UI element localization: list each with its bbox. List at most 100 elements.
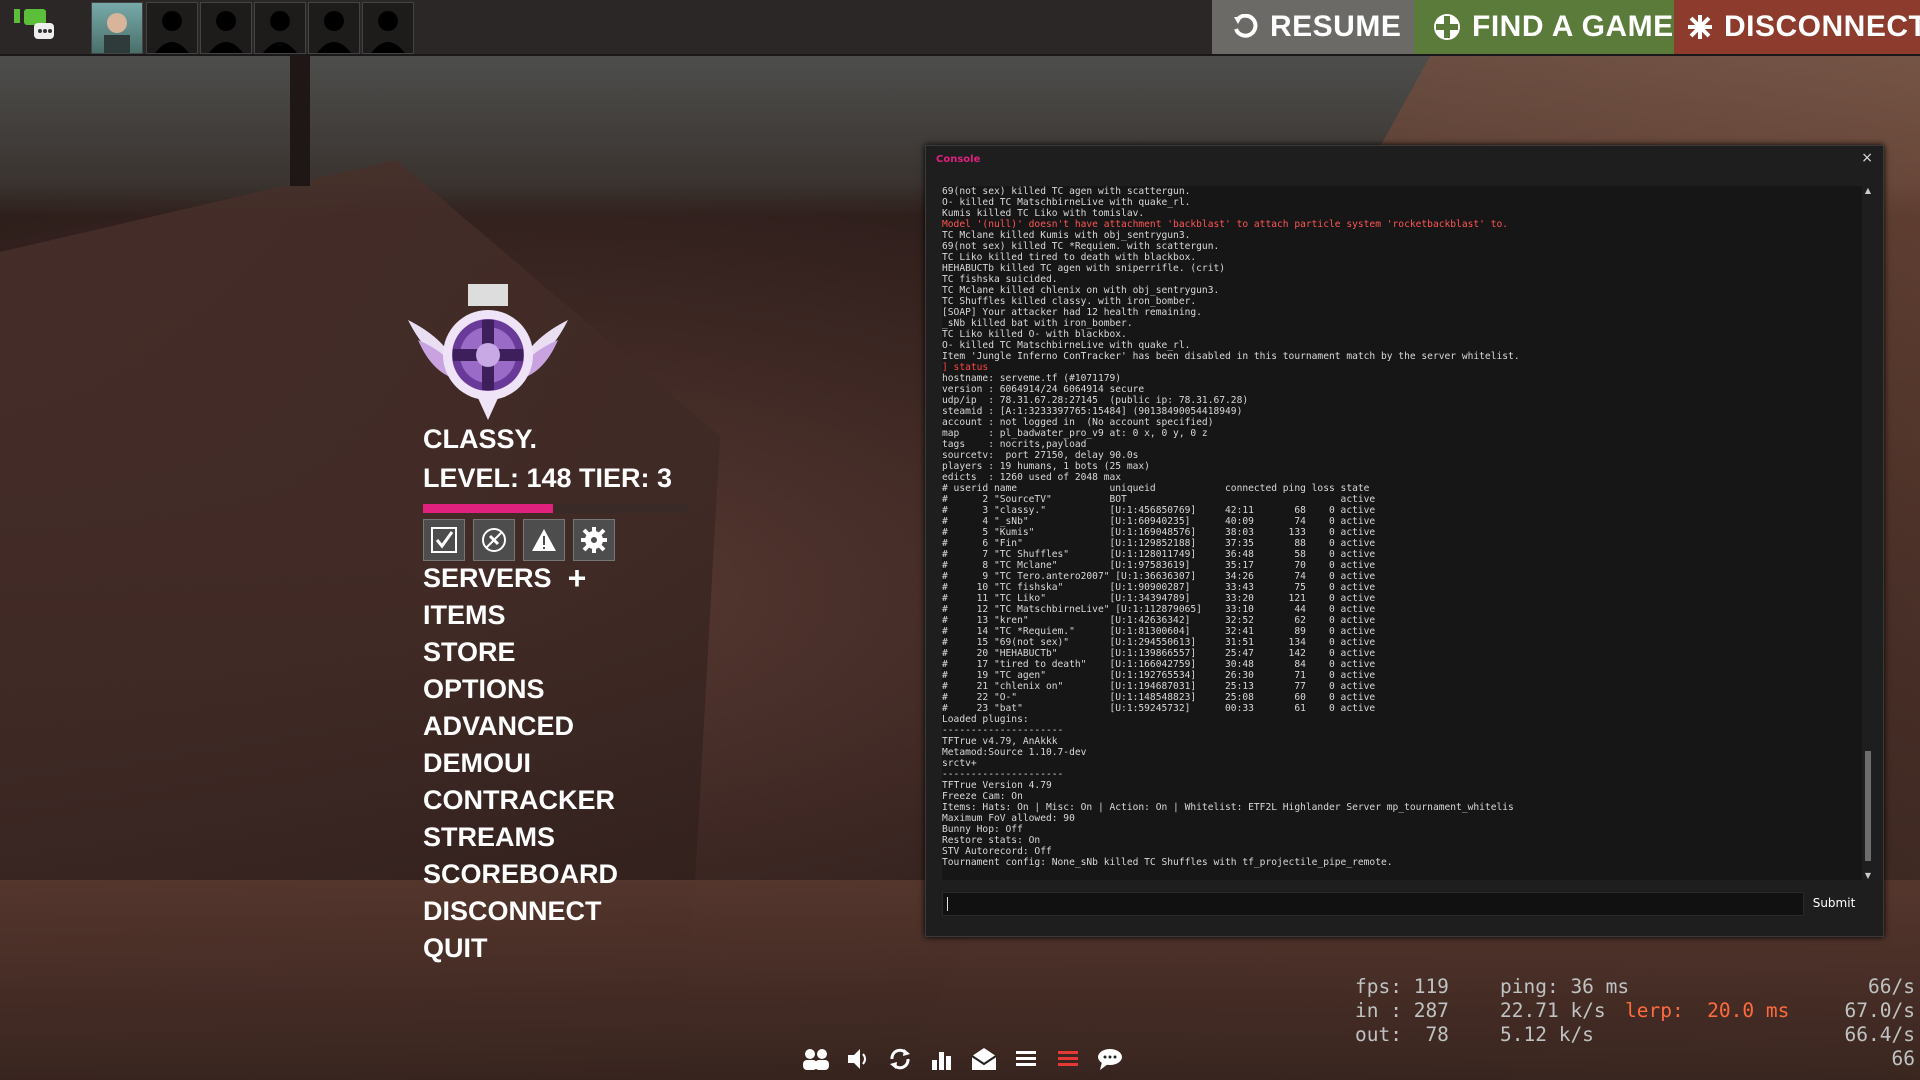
console-command-input[interactable] — [942, 892, 1804, 916]
close-icon[interactable]: × — [1861, 150, 1873, 166]
menu-item-advanced[interactable]: ADVANCED — [423, 708, 618, 745]
console-line: ] status — [942, 362, 989, 373]
menu-item-scoreboard[interactable]: SCOREBOARD — [423, 856, 618, 893]
menu-item-items[interactable]: ITEMS — [423, 597, 618, 634]
menu-item-options[interactable]: OPTIONS — [423, 671, 618, 708]
console-line: # 7 "TC Shuffles" [U:1:128011749] 36:48 … — [942, 549, 1376, 560]
console-line: # 6 "Fin" [U:1:129852188] 37:35 88 0 act… — [942, 538, 1376, 549]
disconnect-icon — [1686, 12, 1714, 42]
console-line: # 10 "TC fishska" [U:1:90900287] 33:43 7… — [942, 582, 1376, 593]
net-graph: fps: 119 ping: 36 ms in : 287 22.71 k/s … — [1355, 975, 1789, 1047]
scroll-up-icon[interactable]: ▲ — [1863, 186, 1873, 195]
netgraph-fps: fps: 119 — [1355, 975, 1449, 998]
party-slot-empty[interactable] — [146, 2, 198, 54]
no-training-icon[interactable] — [473, 519, 515, 561]
console-line: 69(not sex) killed TC agen with scatterg… — [942, 186, 1191, 197]
bottom-toolbar — [800, 1044, 1126, 1074]
menu-item-store[interactable]: STORE — [423, 634, 618, 671]
party-slot-empty[interactable] — [200, 2, 252, 54]
list-icon[interactable] — [1010, 1044, 1042, 1074]
console-line: # 22 "O-" [U:1:148548823] 25:08 60 0 act… — [942, 692, 1376, 703]
disconnect-top-button[interactable]: DISCONNECT — [1674, 0, 1920, 54]
xp-progress-fill — [423, 504, 553, 513]
chat-icon[interactable] — [8, 4, 64, 50]
chat-bubble-icon[interactable] — [1094, 1044, 1126, 1074]
background-pillar — [290, 56, 310, 186]
main-menu: SERVERS + ITEMS STORE OPTIONS ADVANCED D… — [423, 560, 618, 967]
console-line: srctv+ — [942, 758, 977, 769]
console-line: --------------------- — [942, 769, 1064, 780]
stats-icon[interactable] — [926, 1044, 958, 1074]
console-line: TFTrue Version 4.79 — [942, 780, 1052, 791]
console-line: # 3 "classy." [U:1:456850769] 42:11 68 0… — [942, 505, 1376, 516]
settings-gear-icon[interactable] — [573, 519, 615, 561]
console-line: sourcetv: port 27150, delay 90.0s — [942, 450, 1139, 461]
console-line: edicts : 1260 used of 2048 max — [942, 472, 1122, 483]
console-line: players : 19 humans, 1 bots (25 max) — [942, 461, 1150, 472]
console-line: O- killed TC MatschbirneLive with quake_… — [942, 340, 1191, 351]
party-slot-empty[interactable] — [362, 2, 414, 54]
find-a-game-label: FIND A GAME — [1472, 10, 1674, 43]
console-line: _sNb killed bat with iron_bomber. — [942, 318, 1133, 329]
scroll-thumb[interactable] — [1865, 751, 1871, 861]
find-game-icon — [1432, 12, 1462, 42]
menu-item-label: SERVERS — [423, 563, 552, 593]
console-line: TC Mclane killed chlenix on with obj_sen… — [942, 285, 1220, 296]
disconnect-top-label: DISCONNECT — [1724, 10, 1920, 43]
netgraph-rate: 66/s — [1868, 975, 1915, 998]
menu-item-contracker[interactable]: CONTRACKER — [423, 782, 618, 819]
console-line: STV Autorecord: Off — [942, 846, 1052, 857]
console-line: Items: Hats: On | Misc: On | Action: On … — [942, 802, 1514, 813]
console-line: # 8 "TC Mclane" [U:1:97583619] 35:17 70 … — [942, 560, 1376, 571]
menu-item-streams[interactable]: STREAMS — [423, 819, 618, 856]
console-line: TFTrue v4.79, AnAkkk — [942, 736, 1058, 747]
add-server-icon[interactable]: + — [568, 560, 587, 597]
console-line: Model '(null)' doesn't have attachment '… — [942, 219, 1509, 230]
speaker-icon[interactable] — [842, 1044, 874, 1074]
warning-icon[interactable] — [523, 519, 565, 561]
console-line: steamid : [A:1:3233397765:15484] (901384… — [942, 406, 1243, 417]
console-line: map : pl_badwater_pro_v9 at: 0 x, 0 y, 0… — [942, 428, 1208, 439]
menu-item-demoui[interactable]: DEMOUI — [423, 745, 618, 782]
console-line: Metamod:Source 1.10.7-dev — [942, 747, 1087, 758]
menu-item-servers[interactable]: SERVERS + — [423, 560, 618, 597]
refresh-icon[interactable] — [884, 1044, 916, 1074]
resume-button[interactable]: RESUME — [1212, 0, 1414, 54]
party-avatar-self[interactable] — [91, 2, 143, 54]
checkmark-icon[interactable] — [423, 519, 465, 561]
console-line: # 20 "HEHABUCTb" [U:1:139866557] 25:47 1… — [942, 648, 1376, 659]
console-submit-button[interactable]: Submit — [1802, 892, 1866, 914]
competitive-medal-icon — [398, 280, 578, 430]
scroll-down-icon[interactable]: ▼ — [1863, 871, 1873, 880]
console-line: account : not logged in (No account spec… — [942, 417, 1214, 428]
console-line: 69(not sex) killed TC *Requiem. with sca… — [942, 241, 1220, 252]
console-line: HEHABUCTb killed TC agen with sniperrifl… — [942, 263, 1226, 274]
netgraph-ping: ping: 36 ms — [1500, 975, 1630, 998]
console-scrollbar[interactable]: ▲ ▼ — [1863, 186, 1873, 880]
console-line: Restore stats: On — [942, 835, 1041, 846]
console-line: TC Liko killed O- with blackbox. — [942, 329, 1127, 340]
netgraph-in: in : 287 — [1355, 999, 1449, 1022]
console-line: # 12 "TC MatschbirneLive" [U:1:112879065… — [942, 604, 1376, 615]
console-line: Maximum FoV allowed: 90 — [942, 813, 1075, 824]
menu-item-quit[interactable]: QUIT — [423, 930, 618, 967]
mail-icon[interactable] — [968, 1044, 1000, 1074]
xp-progress-bar — [423, 504, 688, 513]
console-line: Kumis killed TC Liko with tomislav. — [942, 208, 1145, 219]
console-line: # userid name uniqueid connected ping lo… — [942, 483, 1370, 494]
console-line: Tournament config: None_sNb killed TC Sh… — [942, 857, 1393, 868]
console-line: version : 6064914/24 6064914 secure — [942, 384, 1145, 395]
console-line: # 13 "kren" [U:1:42636342] 32:52 62 0 ac… — [942, 615, 1376, 626]
console-output: 69(not sex) killed TC agen with scatterg… — [942, 186, 1862, 880]
find-a-game-button[interactable]: FIND A GAME — [1414, 0, 1674, 54]
console-line: # 11 "TC Liko" [U:1:34394789] 33:20 121 … — [942, 593, 1376, 604]
resume-icon — [1230, 12, 1260, 42]
party-slot-empty[interactable] — [254, 2, 306, 54]
menu-item-disconnect[interactable]: DISCONNECT — [423, 893, 618, 930]
console-title: Console — [936, 154, 981, 165]
console-line: Bunny Hop: Off — [942, 824, 1023, 835]
friends-icon[interactable] — [800, 1044, 832, 1074]
menu-icon-red[interactable] — [1052, 1044, 1084, 1074]
console-line: TC Liko killed tired to death with black… — [942, 252, 1197, 263]
party-slot-empty[interactable] — [308, 2, 360, 54]
